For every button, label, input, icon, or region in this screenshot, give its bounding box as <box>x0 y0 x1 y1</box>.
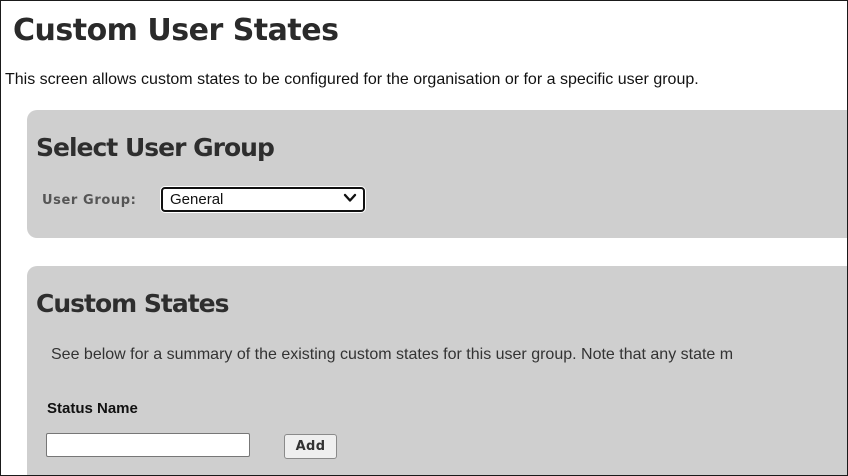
page-title: Custom User States <box>13 13 339 48</box>
page-intro: This screen allows custom states to be c… <box>5 71 699 88</box>
select-user-group-panel: Select User Group User Group: General <box>27 110 847 238</box>
select-user-group-heading: Select User Group <box>36 133 275 162</box>
add-button[interactable]: Add <box>284 434 337 459</box>
status-name-label: Status Name <box>47 400 138 417</box>
custom-states-panel: Custom States See below for a summary of… <box>27 266 847 475</box>
chevron-down-icon <box>343 193 357 202</box>
custom-states-description: See below for a summary of the existing … <box>51 346 734 363</box>
user-group-select[interactable]: General <box>161 187 365 212</box>
app-window: Custom User States This screen allows cu… <box>0 0 848 476</box>
user-group-selected-value: General <box>170 191 224 208</box>
status-name-input[interactable] <box>46 433 250 457</box>
custom-states-heading: Custom States <box>36 289 230 318</box>
user-group-label: User Group: <box>42 193 137 208</box>
